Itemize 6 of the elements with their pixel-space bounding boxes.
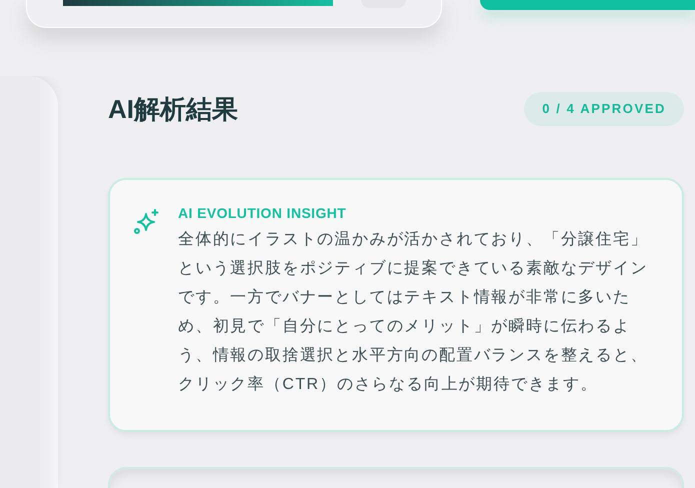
insight-text: 全体的にイラストの温かみが活かされており、「分譲住宅」という選択肢をポジティブに提案できている素敵なデザインです。一方でバナーとしてはテキスト情報が非常に多いため、初見で「自分にとってのメリット」が瞬時に伝わるよう、情報の取捨選択と水平方向の配置バランスを整えると、クリック率（CTR）のさらなる向上が期待できます。: [178, 230, 649, 395]
action-button[interactable]: [480, 0, 695, 10]
insight-label: AI EVOLUTION INSIGHT: [178, 205, 348, 221]
approved-badge: 0 / 4 APPROVED: [524, 92, 684, 126]
section-title: AI解析結果: [108, 92, 238, 126]
sparkle-icon: [133, 208, 160, 235]
